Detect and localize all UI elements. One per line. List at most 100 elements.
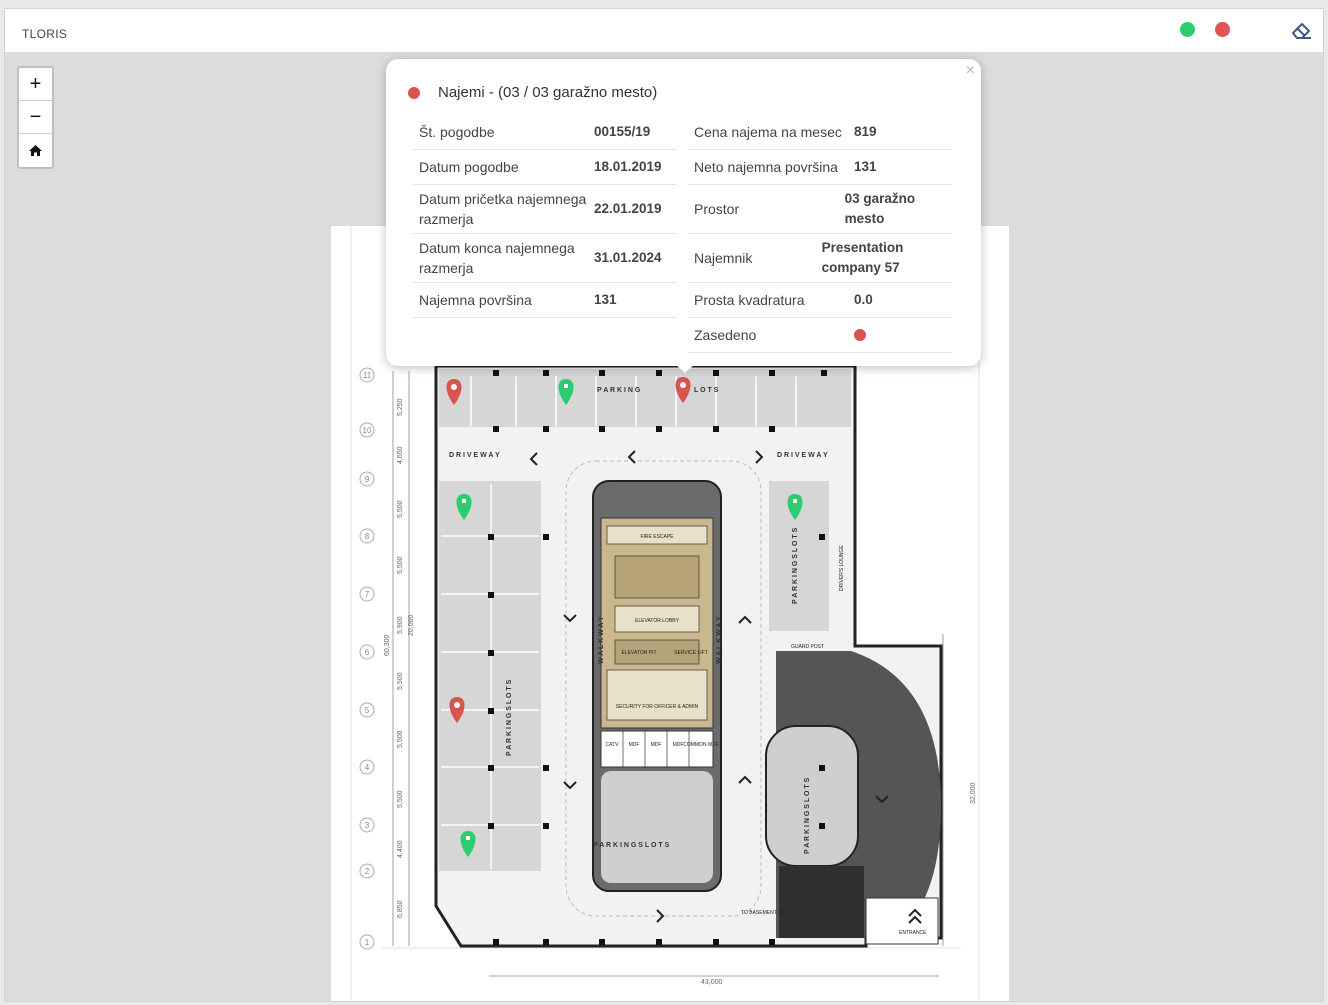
- popup-close-button[interactable]: ×: [966, 62, 975, 80]
- fire-escape-label: FIRE ESCAPE: [640, 534, 674, 540]
- grid-row-2: 2: [365, 867, 370, 876]
- detail-row: Najemna površina 131: [413, 283, 677, 318]
- detail-row: Datum konca najemnega razmerja 31.01.202…: [413, 234, 677, 283]
- zoom-control: + −: [17, 66, 54, 169]
- app-window: TLORIS + − 11 10 9 8 7 6 5 4 3 2 1 5,250…: [4, 8, 1324, 1002]
- driveway-right-label: D R I V E W A Y: [777, 452, 828, 459]
- elevator-lobby-label: ELEVATOR LOBBY: [635, 618, 680, 624]
- parking-right-vertical-label: P A R K I N G S L O T S: [792, 527, 799, 604]
- row-dim-2: 4,650: [397, 446, 404, 464]
- eraser-icon[interactable]: [1289, 19, 1313, 41]
- grid-row-1: 1: [365, 938, 370, 947]
- detail-row: Zasedeno: [688, 318, 952, 353]
- home-button[interactable]: [19, 134, 52, 167]
- grid-row-6: 6: [365, 648, 370, 657]
- popup-title: Najemi - (03 / 03 garažno mesto): [438, 84, 658, 101]
- detail-label: Prosta kvadratura: [694, 292, 805, 308]
- detail-value: 819: [854, 124, 877, 139]
- row-dim-5: 5,900: [397, 616, 404, 634]
- occupied-status-dot: [408, 86, 420, 99]
- detail-label: Datum pogodbe: [419, 159, 519, 175]
- popup-right-column: Cena najema na mesec 819 Neto najemna po…: [688, 115, 952, 353]
- mdf-label-3: MDF: [673, 742, 684, 748]
- security-label: SECURITY FOR OFFICER & ADMIN: [616, 704, 699, 710]
- detail-value: 18.01.2019: [594, 159, 662, 174]
- row-dim-3: 5,500: [397, 500, 404, 518]
- row-dim-8: 5,500: [397, 790, 404, 808]
- row-dim-1: 5,250: [397, 398, 404, 416]
- walkway-right-label: W A L K W A Y: [716, 616, 723, 664]
- guard-post-label: GUARD POST: [791, 644, 824, 650]
- detail-row: Št. pogodbe 00155/19: [413, 115, 677, 150]
- row-dim-10: 6,850: [397, 900, 404, 918]
- entrance-label: ENTRANCE: [899, 930, 927, 936]
- dim-right: 32,000: [970, 782, 977, 804]
- legend-occupied-dot[interactable]: [1215, 22, 1230, 37]
- occupied-status-dot: [854, 329, 866, 341]
- detail-value: 131: [854, 159, 877, 174]
- detail-label: Najemna površina: [419, 292, 532, 308]
- catv-label: CATV: [606, 742, 620, 748]
- page-title: TLORIS: [22, 27, 68, 41]
- detail-row: Cena najema na mesec 819: [688, 115, 952, 150]
- drivers-lounge-label: DRIVER'S LOUNGE: [839, 545, 845, 591]
- row-dim-7: 5,500: [397, 730, 404, 748]
- parking-bottom-label: P A R K I N G S L O T S: [593, 842, 670, 849]
- walkway-left-label: W A L K W A Y: [598, 616, 605, 664]
- detail-label: Datum pričetka najemnega razmerja: [419, 191, 587, 227]
- detail-value: 0.0: [854, 292, 873, 307]
- detail-row: Prostor 03 garažno mesto: [688, 185, 952, 234]
- detail-value: 131: [594, 292, 617, 307]
- detail-value: Presentation company 57: [821, 240, 904, 275]
- detail-value: 31.01.2024: [594, 250, 662, 265]
- detail-value: 00155/19: [594, 124, 651, 139]
- driveway-left-label: D R I V E W A Y: [449, 452, 500, 459]
- detail-row: Datum pričetka najemnega razmerja 22.01.…: [413, 185, 677, 234]
- parking-left-vertical-label: P A R K I N G S L O T S: [506, 679, 513, 756]
- home-icon: [29, 145, 42, 156]
- row-dim-6: 5,500: [397, 672, 404, 690]
- grid-row-9: 9: [365, 475, 370, 484]
- common-mdf-label: COMMON MDF: [683, 742, 719, 748]
- rental-popup: × Najemi - (03 / 03 garažno mesto) Št. p…: [386, 59, 981, 373]
- detail-row: Prosta kvadratura 0.0: [688, 283, 952, 318]
- parking-top-right-label: L O T S: [694, 387, 719, 394]
- zoom-out-button[interactable]: −: [19, 101, 52, 134]
- grid-row-10: 10: [363, 426, 372, 435]
- elevator-pit-label: ELEVATOR PIT: [621, 650, 656, 656]
- detail-label: Zasedeno: [694, 327, 757, 343]
- detail-row: Neto najemna površina 131: [688, 150, 952, 185]
- detail-label: Datum konca najemnega razmerja: [419, 240, 575, 276]
- grid-row-8: 8: [365, 532, 370, 541]
- row-dim-4: 5,500: [397, 556, 404, 574]
- detail-row: Najemnik Presentation company 57: [688, 234, 952, 283]
- detail-row: Datum pogodbe 18.01.2019: [413, 150, 677, 185]
- detail-value: 22.01.2019: [594, 201, 662, 216]
- detail-label: Št. pogodbe: [419, 124, 495, 140]
- mdf-label-2: MDF: [651, 742, 662, 748]
- popup-header: Najemi - (03 / 03 garažno mesto): [408, 84, 657, 101]
- grid-row-3: 3: [365, 821, 370, 830]
- row-dim-9: 4,400: [397, 840, 404, 858]
- dim-width: 43,000: [701, 979, 723, 986]
- mdf-label-1: MDF: [629, 742, 640, 748]
- parking-curve-label: P A R K I N G S L O T S: [804, 777, 811, 854]
- popup-left-column: Št. pogodbe 00155/19 Datum pogodbe 18.01…: [413, 115, 677, 318]
- detail-label: Neto najemna površina: [694, 159, 838, 175]
- top-bar: TLORIS: [5, 9, 1323, 53]
- to-basement-label: TO BASEMENT 2: [741, 910, 781, 916]
- dim-inner: 20,000: [408, 614, 415, 636]
- detail-label: Cena najema na mesec: [694, 124, 842, 140]
- legend-available-dot[interactable]: [1180, 22, 1195, 37]
- parking-top-left-label: P A R K I N G: [597, 387, 641, 394]
- service-lift-label: SERVICE LIFT: [674, 650, 708, 656]
- grid-row-5: 5: [365, 706, 370, 715]
- detail-value: 03 garažno mesto: [844, 191, 916, 226]
- grid-row-7: 7: [365, 590, 370, 599]
- detail-label: Najemnik: [694, 250, 753, 266]
- grid-row-4: 4: [365, 763, 370, 772]
- zoom-in-button[interactable]: +: [19, 68, 52, 101]
- grid-row-11: 11: [363, 371, 372, 380]
- detail-label: Prostor: [694, 201, 740, 217]
- dim-height: 60,300: [384, 634, 391, 656]
